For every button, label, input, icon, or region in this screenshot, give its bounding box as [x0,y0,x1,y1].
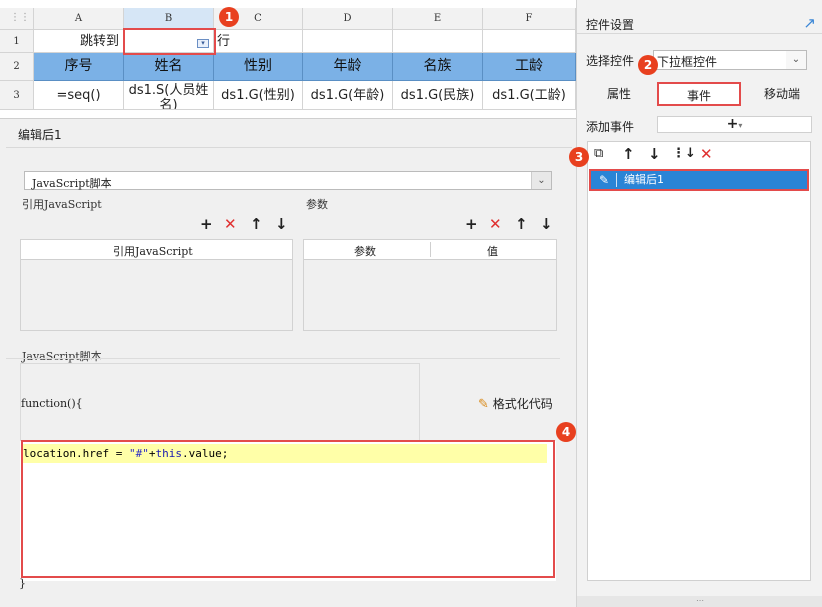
move-down-ref-js-icon[interactable]: ↓ [275,216,288,232]
column-divider [430,242,431,257]
column-header-f[interactable]: F [483,8,576,30]
step-badge-2: 2 [638,55,658,75]
formula-cell-age[interactable]: ds1.G(年龄) [303,81,393,110]
add-param-icon[interactable]: + [465,216,478,232]
caret-down-icon: ▾ [738,121,743,130]
move-bottom-event-icon[interactable]: ⋮↓ [672,146,696,162]
add-ref-js-icon[interactable]: + [200,216,213,232]
ref-js-table[interactable]: 引用JavaScript [20,239,293,331]
select-all-corner[interactable]: ⋮⋮⋮ [0,8,40,30]
ref-js-table-header: 引用JavaScript [21,240,292,260]
ref-js-column-header: 引用JavaScript [113,245,193,258]
move-up-ref-js-icon[interactable]: ↑ [250,216,263,232]
chevron-down-icon: ⌄ [786,51,806,69]
panel-header: 控件设置 ↗ [577,0,822,34]
broom-icon: ✎ [478,397,489,412]
move-up-param-icon[interactable]: ↑ [515,216,528,232]
move-up-event-icon[interactable]: ↑ [622,146,635,162]
step-badge-1: 1 [219,7,239,27]
tab-events[interactable]: 事件 [657,82,741,106]
function-close-text: } [19,577,26,590]
column-header-b[interactable]: B [124,8,214,30]
column-header-d[interactable]: D [303,8,393,30]
highlight-box-cell-b1 [123,28,216,55]
widget-type-value: 下拉框控件 [657,55,718,69]
header-cell-seq[interactable]: 序号 [34,53,124,81]
row-header-2[interactable]: 2 [0,53,34,81]
formula-cell-ethnicity[interactable]: ds1.G(民族) [393,81,483,110]
script-type-select[interactable]: JavaScript脚本 ⌄ [24,171,552,190]
header-cell-ethnicity[interactable]: 名族 [393,53,483,81]
pencil-icon: ✎ [598,173,610,187]
widget-settings-panel: 控件设置 ↗ 选择控件 下拉框控件 ⌄ 2 属性 事件 移动端 添加事件 +▾ … [569,0,822,607]
settings-tabs: 属性 事件 移动端 [585,82,819,106]
params-table[interactable]: 参数 值 [303,239,557,331]
param-column-header: 参数 [354,245,376,258]
pin-icon[interactable]: ↗ [803,14,816,32]
cell-a1[interactable]: 跳转到 [34,30,124,53]
tab-attributes[interactable]: 属性 [585,82,653,106]
header-cell-name[interactable]: 姓名 [124,53,214,81]
header-cell-age[interactable]: 年龄 [303,53,393,81]
script-section-divider [6,358,560,359]
move-down-event-icon[interactable]: ↓ [648,146,661,162]
delete-param-icon[interactable]: ✕ [489,216,502,232]
cell-c1[interactable]: 行 [214,30,303,53]
plus-icon: + [726,116,739,132]
formula-cell-seniority[interactable]: ds1.G(工龄) [483,81,576,110]
highlight-box-code-editor [21,440,555,578]
function-open-text: function(){ [21,397,83,410]
add-event-dropdown[interactable]: +▾ [657,116,812,133]
format-code-label: 格式化代码 [492,397,553,411]
value-column-header: 值 [487,245,498,258]
formula-cell-seq[interactable]: =seq() [34,81,124,110]
event-item-label: 编辑后1 [624,173,664,186]
copy-icon[interactable]: ⧉ [594,146,603,162]
formula-cell-gender[interactable]: ds1.G(性别) [214,81,303,110]
row-header-3[interactable]: 3 [0,81,34,110]
widget-type-select[interactable]: 下拉框控件 ⌄ [653,50,807,70]
formula-cell-name[interactable]: ds1.S(人员姓名) [124,81,214,110]
tab-mobile[interactable]: 移动端 [745,82,819,106]
resize-grip[interactable]: ⋯ [577,596,822,607]
params-section-label: 参数 [306,198,328,211]
params-table-header: 参数 值 [304,240,556,260]
chevron-down-icon: ⌄ [531,172,551,189]
panel-title: 控件设置 [586,18,635,32]
header-cell-gender[interactable]: 性别 [214,53,303,81]
step-badge-3: 3 [569,147,589,167]
cell-d1[interactable] [303,30,393,53]
step-badge-4: 4 [556,422,576,442]
cell-e1[interactable] [393,30,483,53]
column-header-e[interactable]: E [393,8,483,30]
item-divider [616,173,617,187]
script-type-value: JavaScript脚本 [32,177,112,190]
select-widget-label: 选择控件 [586,54,635,68]
event-list: ⧉ ↑ ↓ ⋮↓ ✕ ✎ 编辑后1 [587,141,811,581]
spreadsheet-area: ⋮⋮⋮ A B C D E F 1 2 3 跳转到 ▾ 行 序号 姓名 性别 年… [0,0,576,118]
editor-title: 编辑后1 [18,128,62,142]
event-editor-panel: 编辑后1 JavaScript脚本 ⌄ 引用JavaScript 参数 + ✕ … [0,118,576,607]
event-item-edit-after[interactable]: ✎ 编辑后1 [589,169,809,191]
add-event-label: 添加事件 [586,120,635,134]
row-header-1[interactable]: 1 [0,30,34,53]
cell-f1[interactable] [483,30,576,53]
format-code-button[interactable]: ✎ 格式化代码 [478,395,553,412]
title-divider [6,147,572,148]
column-header-a[interactable]: A [34,8,124,30]
move-down-param-icon[interactable]: ↓ [540,216,553,232]
script-section-label: JavaScript脚本 [22,350,102,363]
delete-ref-js-icon[interactable]: ✕ [224,216,237,232]
ref-js-section-label: 引用JavaScript [22,198,102,211]
header-cell-seniority[interactable]: 工龄 [483,53,576,81]
delete-event-icon[interactable]: ✕ [700,146,713,162]
